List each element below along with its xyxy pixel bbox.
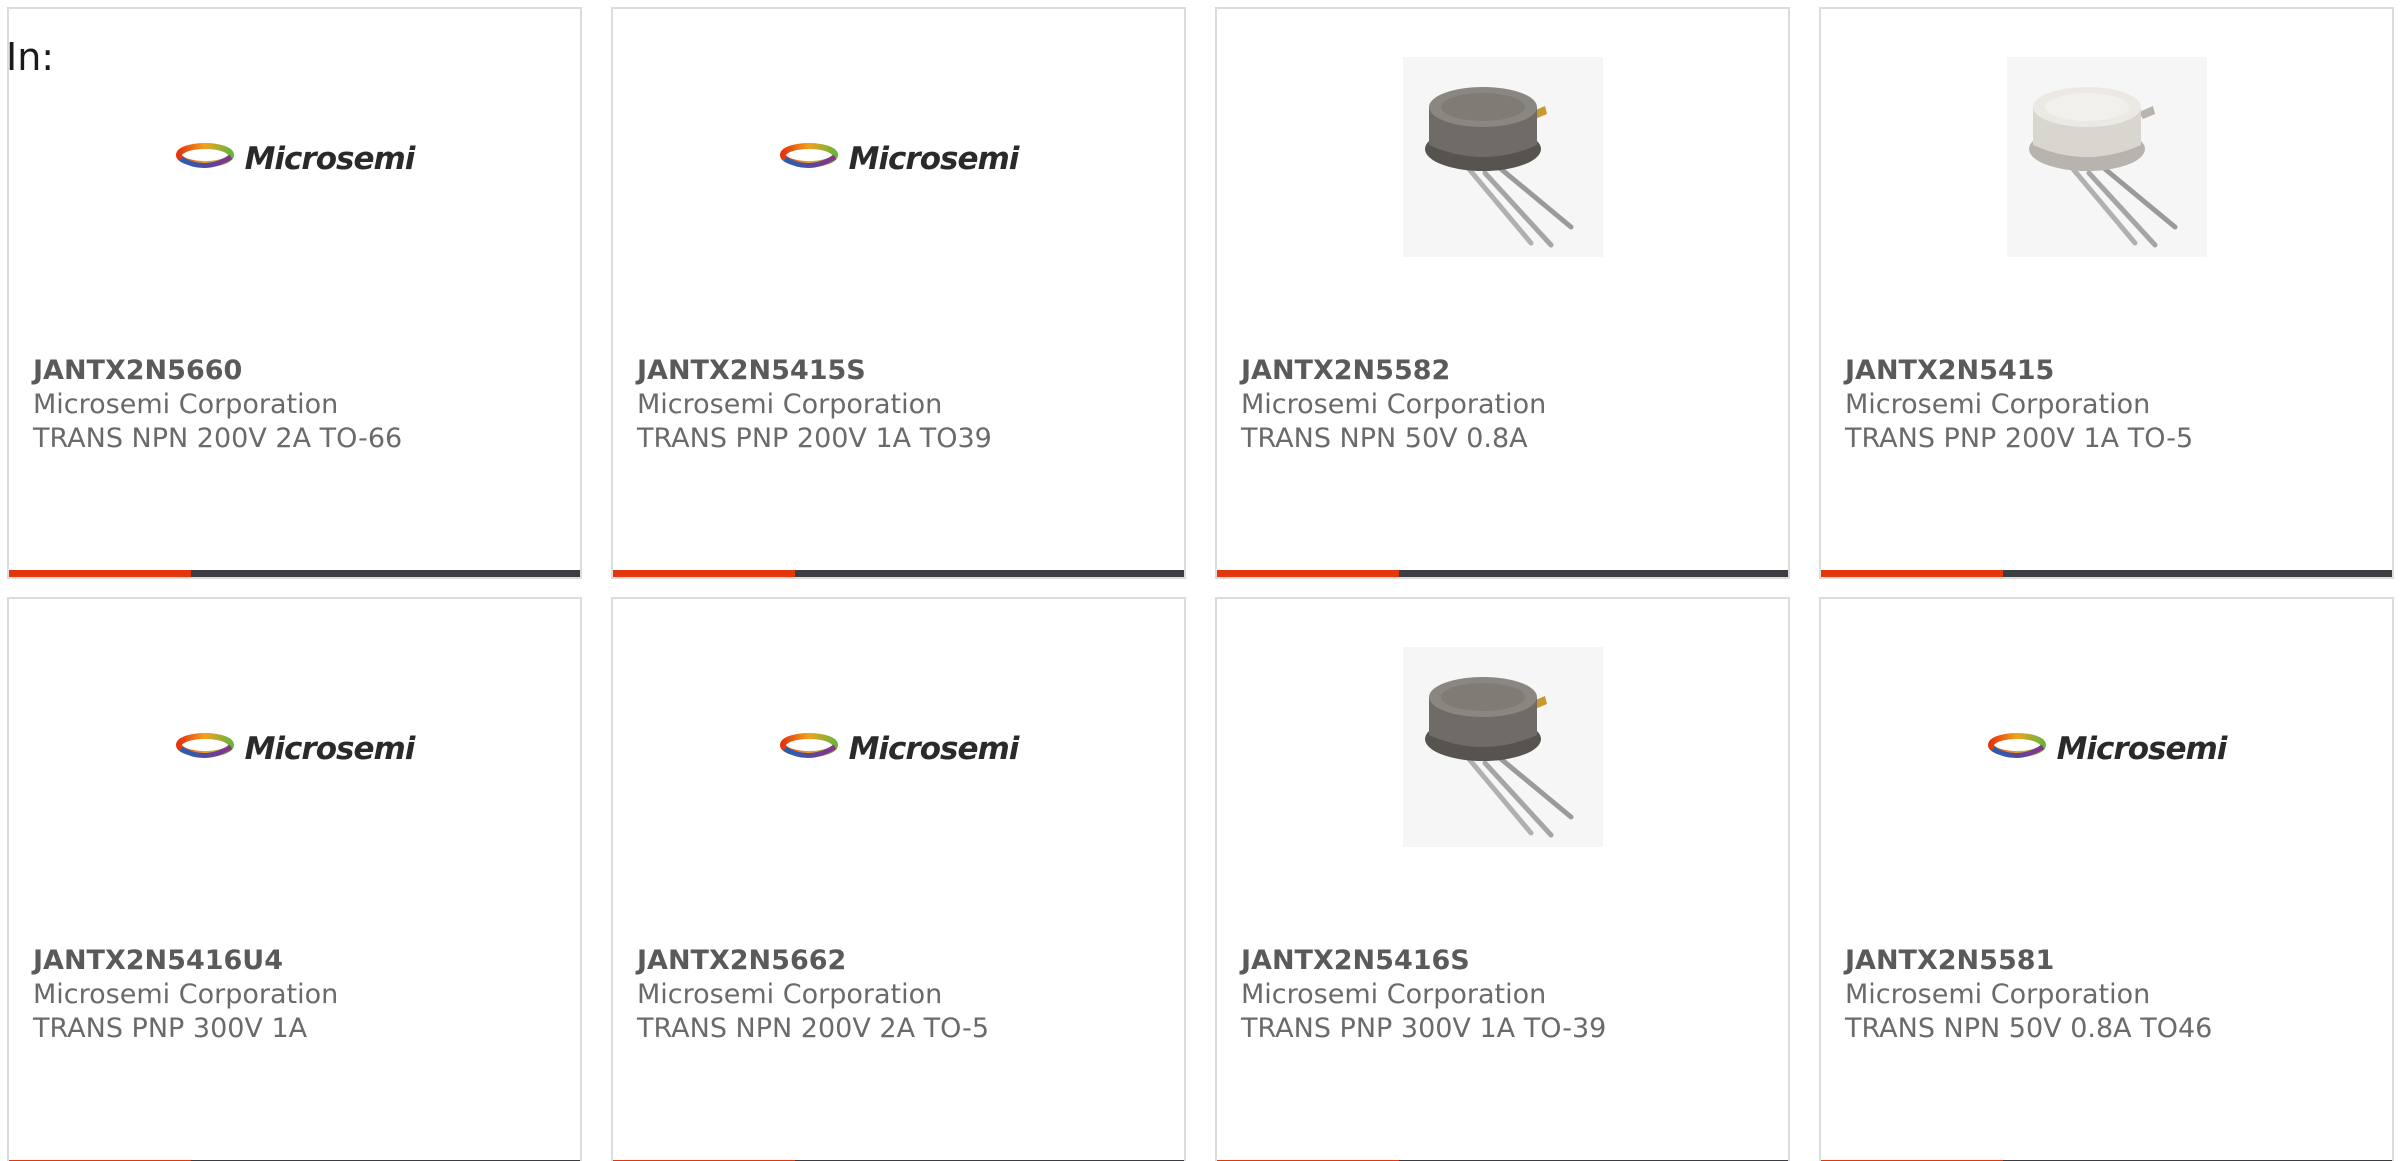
microsemi-logo-text: Microsemi: [2056, 731, 2228, 767]
card-accent-bar: [9, 570, 191, 577]
description: TRANS PNP 300V 1A: [33, 1013, 308, 1044]
product-card[interactable]: Microsemi JANTX2N5416U4 Microsemi Corpor…: [7, 597, 582, 1161]
microsemi-logo-text: Microsemi: [848, 731, 1020, 767]
product-card[interactable]: JANTX2N5582 Microsemi Corporation TRANS …: [1215, 7, 1790, 579]
product-image: Microsemi: [613, 629, 1184, 869]
description: TRANS NPN 200V 2A TO-5: [637, 1013, 990, 1044]
part-number[interactable]: JANTX2N5662: [637, 944, 1174, 978]
microsemi-logo: Microsemi: [779, 139, 1019, 179]
product-grid-page: In: Microsemi JANTX2N5660 Microsemi Corp…: [0, 0, 2400, 1161]
product-image: [1217, 39, 1788, 279]
transistor-dark-can-icon: [1402, 57, 1603, 261]
card-footer-bar: [1217, 570, 1788, 577]
card-footer-bar: [613, 570, 1184, 577]
product-card[interactable]: Microsemi JANTX2N5660 Microsemi Corporat…: [7, 7, 582, 579]
description: TRANS PNP 200V 1A TO-5: [1845, 423, 2194, 454]
card-accent-bar: [613, 570, 795, 577]
microsemi-logo: Microsemi: [779, 729, 1019, 769]
manufacturer: Microsemi Corporation: [1241, 979, 1547, 1010]
product-card[interactable]: JANTX2N5415 Microsemi Corporation TRANS …: [1819, 7, 2394, 579]
microsemi-logo: Microsemi: [175, 139, 415, 179]
manufacturer: Microsemi Corporation: [1845, 979, 2151, 1010]
microsemi-logo: Microsemi: [175, 729, 415, 769]
microsemi-swirl-icon: [779, 139, 845, 179]
microsemi-logo-text: Microsemi: [244, 141, 416, 177]
microsemi-logo: Microsemi: [1987, 729, 2227, 769]
microsemi-swirl-icon: [175, 139, 241, 179]
product-image: Microsemi: [613, 39, 1184, 279]
part-number[interactable]: JANTX2N5415S: [637, 354, 1174, 388]
manufacturer: Microsemi Corporation: [637, 389, 943, 420]
manufacturer: Microsemi Corporation: [637, 979, 943, 1010]
description: TRANS PNP 200V 1A TO39: [637, 423, 992, 454]
card-footer-bar: [1821, 570, 2392, 577]
part-number[interactable]: JANTX2N5416S: [1241, 944, 1778, 978]
part-number[interactable]: JANTX2N5581: [1845, 944, 2382, 978]
card-footer-bar: [9, 570, 580, 577]
manufacturer: Microsemi Corporation: [1845, 389, 2151, 420]
microsemi-logo-text: Microsemi: [244, 731, 416, 767]
product-image: Microsemi: [9, 629, 580, 869]
microsemi-logo-text: Microsemi: [848, 141, 1020, 177]
manufacturer: Microsemi Corporation: [1241, 389, 1547, 420]
description: TRANS PNP 300V 1A TO-39: [1241, 1013, 1607, 1044]
part-number[interactable]: JANTX2N5415: [1845, 354, 2382, 388]
product-image: [1217, 629, 1788, 869]
description: TRANS NPN 50V 0.8A TO46: [1845, 1013, 2213, 1044]
in-label: In:: [6, 35, 55, 79]
microsemi-swirl-icon: [175, 729, 241, 769]
product-image: [1821, 39, 2392, 279]
card-accent-bar: [1217, 570, 1399, 577]
microsemi-swirl-icon: [1987, 729, 2053, 769]
transistor-light-can-icon: [2006, 57, 2207, 261]
transistor-dark-can-icon: [1402, 647, 1603, 851]
product-card[interactable]: Microsemi JANTX2N5662 Microsemi Corporat…: [611, 597, 1186, 1161]
product-image: Microsemi: [9, 39, 580, 279]
manufacturer: Microsemi Corporation: [33, 979, 339, 1010]
description: TRANS NPN 200V 2A TO-66: [33, 423, 403, 454]
part-number[interactable]: JANTX2N5660: [33, 354, 570, 388]
card-accent-bar: [1821, 570, 2003, 577]
microsemi-swirl-icon: [779, 729, 845, 769]
product-card[interactable]: Microsemi JANTX2N5581 Microsemi Corporat…: [1819, 597, 2394, 1161]
product-image: Microsemi: [1821, 629, 2392, 869]
product-card[interactable]: JANTX2N5416S Microsemi Corporation TRANS…: [1215, 597, 1790, 1161]
product-card[interactable]: Microsemi JANTX2N5415S Microsemi Corpora…: [611, 7, 1186, 579]
description: TRANS NPN 50V 0.8A: [1241, 423, 1528, 454]
manufacturer: Microsemi Corporation: [33, 389, 339, 420]
part-number[interactable]: JANTX2N5582: [1241, 354, 1778, 388]
part-number[interactable]: JANTX2N5416U4: [33, 944, 570, 978]
